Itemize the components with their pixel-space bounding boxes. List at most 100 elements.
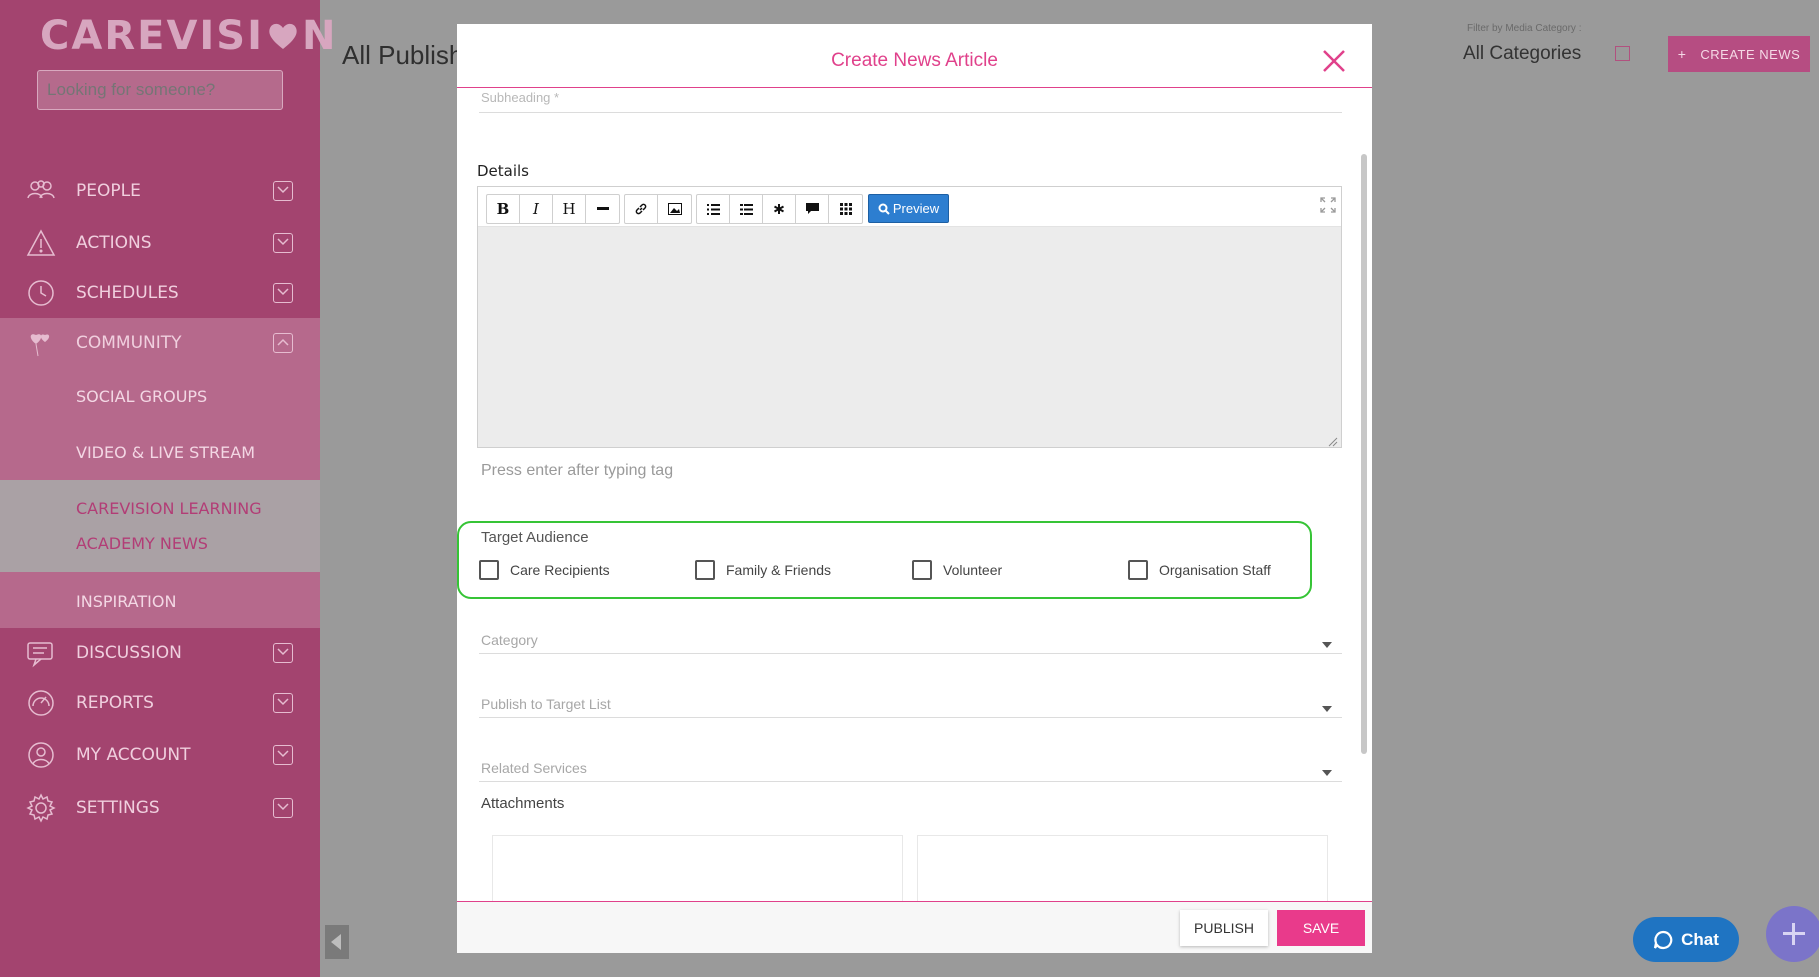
checkbox-box[interactable]	[1128, 560, 1148, 580]
checkbox-family-friends[interactable]: Family & Friends	[695, 560, 831, 580]
checkbox-care-recipients[interactable]: Care Recipients	[479, 560, 610, 580]
modal-scrollbar[interactable]	[1361, 154, 1367, 754]
nav-community[interactable]: COMMUNITY	[0, 318, 320, 368]
filter-label: Filter by Media Category :	[1467, 23, 1582, 34]
modal-footer: PUBLISH SAVE	[457, 901, 1372, 953]
nav-video-live-stream[interactable]: VIDEO & LIVE STREAM	[76, 443, 255, 462]
chat-bubble-icon	[1654, 930, 1673, 949]
carevision-logo[interactable]: CAREVISI N	[40, 13, 337, 59]
clock-icon	[28, 280, 54, 306]
caret-down-icon	[1322, 642, 1332, 648]
nav-label: SCHEDULES	[76, 283, 179, 303]
nav-label: COMMUNITY	[76, 333, 182, 353]
nav-social-groups[interactable]: SOCIAL GROUPS	[76, 387, 207, 406]
nav-actions[interactable]: ACTIONS	[0, 218, 320, 268]
chevron-down-icon[interactable]	[273, 283, 293, 303]
gauge-icon	[28, 690, 54, 716]
select-underline	[479, 717, 1342, 718]
add-fab-button[interactable]	[1766, 906, 1819, 962]
nav-label-line1: CAREVISION LEARNING	[76, 499, 262, 518]
bold-button[interactable]: B	[487, 195, 520, 223]
modal-title: Create News Article	[831, 50, 998, 71]
italic-button[interactable]: I	[520, 195, 553, 223]
publish-button[interactable]: PUBLISH	[1180, 910, 1268, 946]
quote-button[interactable]	[796, 195, 829, 223]
nav-discussion[interactable]: DISCUSSION	[0, 628, 320, 678]
nav-settings[interactable]: SETTINGS	[0, 783, 320, 833]
format-group: B I H	[486, 194, 620, 224]
nav-label: DISCUSSION	[76, 643, 182, 663]
checkbox-organisation-staff[interactable]: Organisation Staff	[1128, 560, 1271, 580]
search-people-input[interactable]	[37, 70, 283, 110]
subheading-input[interactable]	[479, 112, 1342, 113]
numbered-list-button[interactable]	[730, 195, 763, 223]
chevron-down-icon[interactable]	[273, 693, 293, 713]
preview-label: Preview	[892, 201, 940, 216]
special-char-button[interactable]	[763, 195, 796, 223]
editor-toolbar: B I H Preview	[478, 187, 1341, 227]
plus-icon: +	[1677, 46, 1687, 62]
checkbox-box[interactable]	[912, 560, 932, 580]
heading-button[interactable]: H	[553, 195, 586, 223]
image-button[interactable]	[658, 195, 691, 223]
heart-balloon-icon	[30, 334, 50, 357]
nav-inspiration[interactable]: INSPIRATION	[76, 592, 176, 611]
close-icon[interactable]	[1322, 49, 1346, 73]
horizontal-rule-button[interactable]	[586, 195, 619, 223]
heart-icon	[269, 23, 297, 49]
select-underline	[479, 653, 1342, 654]
nav-reports[interactable]: REPORTS	[0, 678, 320, 728]
create-news-modal: Create News Article Subheading * Details…	[457, 24, 1372, 953]
collapse-sidebar-button[interactable]	[325, 925, 349, 959]
target-list-label: Publish to Target List	[481, 696, 611, 712]
chevron-down-icon[interactable]	[1615, 46, 1630, 61]
resize-handle-icon[interactable]	[1328, 437, 1338, 447]
preview-button[interactable]: Preview	[868, 194, 949, 223]
link-button[interactable]	[625, 195, 658, 223]
link-icon	[635, 203, 647, 215]
fullscreen-icon[interactable]	[1320, 197, 1336, 213]
checkbox-label: Volunteer	[943, 562, 1003, 578]
nav-label-line2: ACADEMY NEWS	[76, 534, 208, 553]
checkbox-box[interactable]	[695, 560, 715, 580]
target-audience-label: Target Audience	[481, 529, 589, 546]
chevron-down-icon[interactable]	[273, 233, 293, 253]
comment-icon	[805, 203, 819, 214]
chevron-down-icon[interactable]	[273, 745, 293, 765]
checkbox-volunteer[interactable]: Volunteer	[912, 560, 1002, 580]
create-news-button[interactable]: + CREATE NEWS	[1668, 36, 1810, 72]
nav-learning-academy-news[interactable]: CAREVISION LEARNING ACADEMY NEWS	[76, 499, 262, 553]
nav-my-account[interactable]: MY ACCOUNT	[0, 730, 320, 780]
nav-schedules[interactable]: SCHEDULES	[0, 268, 320, 318]
caret-down-icon	[1322, 706, 1332, 712]
modal-body[interactable]: Subheading * Details B I H Preview Press…	[457, 90, 1372, 926]
details-editor[interactable]: B I H Preview	[477, 186, 1342, 448]
checkbox-box[interactable]	[479, 560, 499, 580]
nav-label: MY ACCOUNT	[76, 745, 191, 765]
insert-group	[624, 194, 692, 224]
select-underline	[479, 781, 1342, 782]
category-label: Category	[481, 632, 538, 648]
checkbox-label: Family & Friends	[726, 562, 832, 578]
chevron-down-icon[interactable]	[273, 798, 293, 818]
bullet-list-button[interactable]	[697, 195, 730, 223]
nav-label: REPORTS	[76, 693, 154, 713]
people-icon	[27, 180, 55, 199]
horizontal-rule-icon	[596, 207, 609, 210]
warning-icon	[26, 229, 56, 256]
caret-down-icon	[1322, 770, 1332, 776]
chevron-up-icon[interactable]	[273, 333, 293, 353]
nav-people[interactable]: PEOPLE	[0, 166, 320, 216]
chat-button[interactable]: Chat	[1633, 917, 1739, 962]
save-button[interactable]: SAVE	[1277, 910, 1365, 946]
block-group	[696, 194, 863, 224]
chevron-down-icon[interactable]	[273, 643, 293, 663]
subheading-label: Subheading *	[481, 90, 560, 105]
table-button[interactable]	[829, 195, 862, 223]
media-category-select[interactable]: All Categories	[1463, 43, 1581, 65]
tags-input[interactable]: Press enter after typing tag	[481, 462, 673, 480]
attachments-label: Attachments	[481, 795, 565, 812]
page-title: All Publish	[342, 40, 464, 70]
chevron-down-icon[interactable]	[273, 181, 293, 201]
checkbox-label: Organisation Staff	[1159, 562, 1271, 578]
